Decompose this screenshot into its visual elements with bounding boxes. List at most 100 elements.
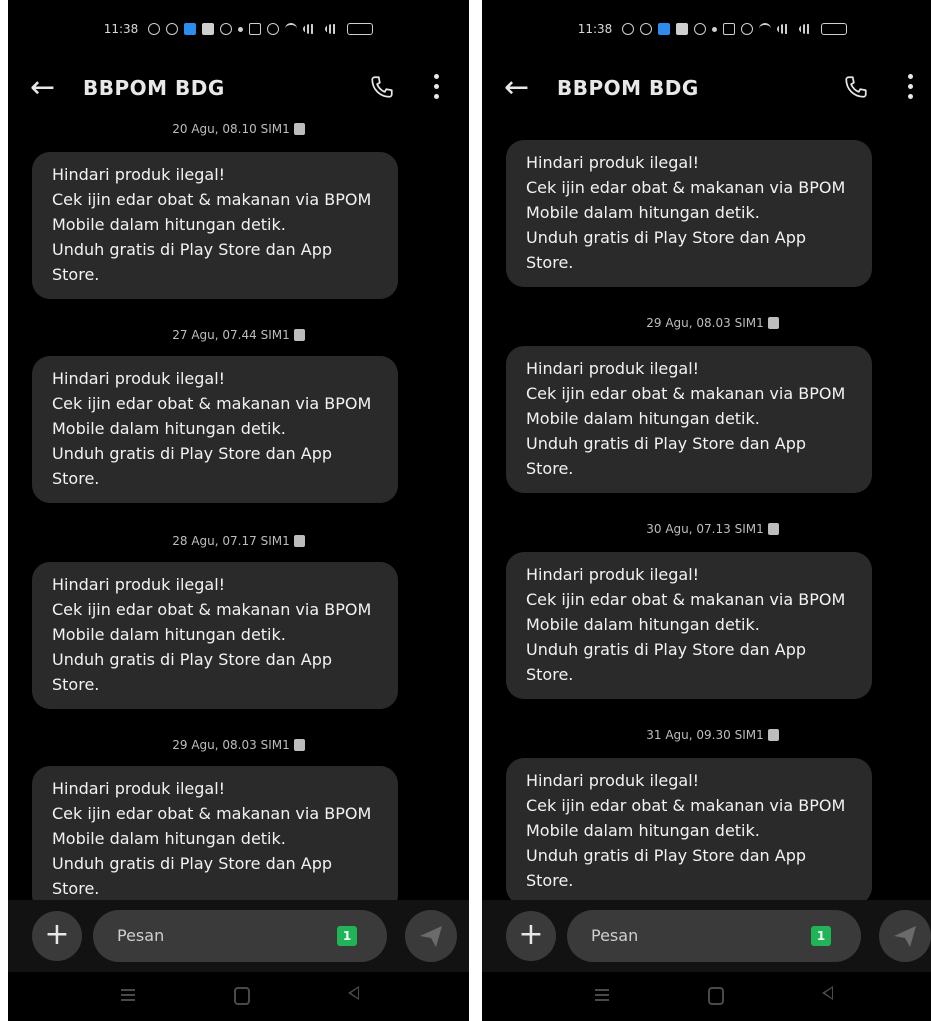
whatsapp-notification-icon — [640, 23, 653, 35]
status-bar: 11:38 — [482, 8, 931, 50]
back-arrow-icon[interactable]: ← — [504, 73, 529, 103]
message-bubble[interactable]: Hindari produk ilegal! Cek ijin edar oba… — [506, 552, 872, 699]
message-line: Mobile dalam hitungan detik. — [526, 203, 760, 222]
message-line: Mobile dalam hitungan detik. — [52, 625, 286, 644]
nav-back-icon[interactable] — [348, 986, 359, 1000]
message-timestamp: 20 Agu, 08.10 SIM1 — [8, 122, 469, 136]
send-button[interactable] — [405, 910, 457, 962]
wifi-icon — [285, 23, 298, 35]
message-bubble[interactable]: Hindari produk ilegal! Cek ijin edar oba… — [32, 152, 398, 299]
message-line: Mobile dalam hitungan detik. — [526, 615, 760, 634]
message-line: Unduh gratis di Play Store dan App — [52, 444, 333, 463]
message-line: Cek ijin edar obat & makanan via BPOM — [526, 178, 846, 197]
message-input-placeholder: Pesan — [117, 926, 165, 945]
message-bubble[interactable]: Hindari produk ilegal! Cek ijin edar oba… — [32, 356, 398, 503]
message-line: Hindari produk ilegal! — [526, 565, 700, 584]
message-input[interactable]: Pesan 1 — [93, 910, 387, 962]
message-bubble[interactable]: Hindari produk ilegal! Cek ijin edar oba… — [506, 758, 872, 905]
message-line: Mobile dalam hitungan detik. — [52, 215, 286, 234]
sim-icon — [767, 523, 779, 535]
phone-call-icon[interactable] — [843, 74, 869, 100]
message-bubble[interactable]: Hindari produk ilegal! Cek ijin edar oba… — [506, 140, 872, 287]
message-thread[interactable]: 20 Agu, 08.10 SIM1 Hindari produk ilegal… — [8, 116, 469, 905]
compose-bar: + Pesan 1 — [8, 900, 469, 972]
send-icon — [894, 926, 916, 947]
contact-name: BBPOM BDG — [83, 76, 225, 100]
recent-apps-icon[interactable] — [595, 989, 609, 1001]
message-line: Hindari produk ilegal! — [526, 153, 700, 172]
add-attachment-button[interactable]: + — [32, 911, 82, 961]
message-input[interactable]: Pesan 1 — [567, 910, 861, 962]
message-line: Store. — [52, 469, 100, 488]
message-line: Cek ijin edar obat & makanan via BPOM — [52, 804, 372, 823]
sim-select-badge[interactable]: 1 — [811, 926, 831, 946]
message-line: Unduh gratis di Play Store dan App — [526, 846, 807, 865]
message-line: Cek ijin edar obat & makanan via BPOM — [526, 590, 846, 609]
message-timestamp: 27 Agu, 07.44 SIM1 — [8, 328, 469, 342]
more-notifications-icon — [238, 26, 244, 32]
message-line: Mobile dalam hitungan detik. — [526, 821, 760, 840]
message-bubble[interactable]: Hindari produk ilegal! Cek ijin edar oba… — [32, 562, 398, 709]
message-input-placeholder: Pesan — [591, 926, 639, 945]
message-line: Cek ijin edar obat & makanan via BPOM — [526, 796, 846, 815]
message-bubble[interactable]: Hindari produk ilegal! Cek ijin edar oba… — [32, 766, 398, 905]
message-line: Cek ijin edar obat & makanan via BPOM — [52, 394, 372, 413]
send-button[interactable] — [879, 910, 931, 962]
message-line: Hindari produk ilegal! — [526, 359, 700, 378]
message-line: Mobile dalam hitungan detik. — [526, 409, 760, 428]
battery-icon — [821, 23, 848, 35]
message-line: Unduh gratis di Play Store dan App — [52, 854, 333, 873]
message-line: Cek ijin edar obat & makanan via BPOM — [526, 384, 846, 403]
message-line: Cek ijin edar obat & makanan via BPOM — [52, 600, 372, 619]
whatsapp-notification-icon — [622, 23, 635, 35]
more-vert-icon[interactable] — [907, 74, 913, 102]
app-notification-icon — [184, 23, 197, 35]
sim-icon — [767, 317, 779, 329]
alarm-icon — [741, 23, 754, 35]
message-line: Unduh gratis di Play Store dan App — [52, 240, 333, 259]
phone-screen-left: 11:38 ← BBPOM BDG 20 Agu, 08.10 SIM1 Hin… — [8, 0, 469, 1021]
sim-icon — [293, 535, 305, 547]
message-line: Store. — [52, 879, 100, 898]
add-icon: + — [518, 917, 544, 952]
phone-call-icon[interactable] — [369, 74, 395, 100]
message-thread[interactable]: Hindari produk ilegal! Cek ijin edar oba… — [482, 116, 931, 905]
message-line: Unduh gratis di Play Store dan App — [526, 228, 807, 247]
message-line: Store. — [526, 871, 574, 890]
message-line: Unduh gratis di Play Store dan App — [52, 650, 333, 669]
message-timestamp — [482, 116, 931, 118]
status-time: 11:38 — [577, 22, 613, 36]
message-line: Store. — [526, 459, 574, 478]
signal-icon — [799, 24, 816, 34]
message-timestamp: 31 Agu, 09.30 SIM1 — [482, 728, 931, 742]
more-notifications-icon — [712, 26, 718, 32]
nfc-icon — [723, 23, 736, 35]
sim-select-badge[interactable]: 1 — [337, 926, 357, 946]
signal-icon — [325, 24, 342, 34]
message-line: Unduh gratis di Play Store dan App — [526, 640, 807, 659]
sim-icon — [293, 739, 305, 751]
recent-apps-icon[interactable] — [121, 989, 135, 1001]
alarm-icon — [267, 23, 280, 35]
whatsapp-notification-icon — [148, 23, 161, 35]
home-icon[interactable] — [708, 987, 724, 1005]
message-line: Store. — [52, 675, 100, 694]
status-bar: 11:38 — [8, 8, 469, 50]
send-icon — [420, 926, 442, 947]
nav-back-icon[interactable] — [822, 986, 833, 1000]
back-arrow-icon[interactable]: ← — [30, 73, 55, 103]
message-bubble[interactable]: Hindari produk ilegal! Cek ijin edar oba… — [506, 346, 872, 493]
message-line: Store. — [526, 253, 574, 272]
system-nav-bar — [482, 972, 931, 1021]
add-attachment-button[interactable]: + — [506, 911, 556, 961]
message-timestamp: 29 Agu, 08.03 SIM1 — [8, 738, 469, 752]
message-line: Cek ijin edar obat & makanan via BPOM — [52, 190, 372, 209]
sim-icon — [767, 729, 779, 741]
compose-bar: + Pesan 1 — [482, 900, 931, 972]
more-vert-icon[interactable] — [433, 74, 439, 102]
message-line: Store. — [526, 665, 574, 684]
message-timestamp: 28 Agu, 07.17 SIM1 — [8, 534, 469, 548]
home-icon[interactable] — [234, 987, 250, 1005]
app-notification-icon — [658, 23, 671, 35]
nfc-icon — [249, 23, 262, 35]
